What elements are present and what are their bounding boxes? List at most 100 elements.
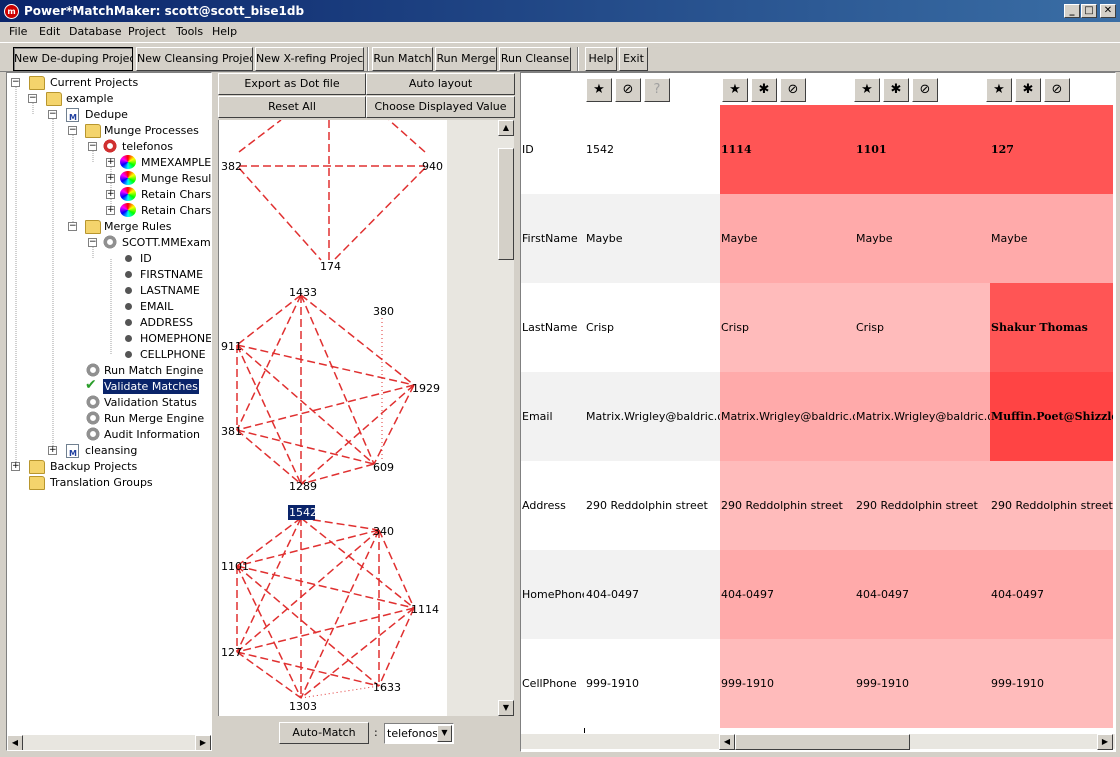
tree-node-column-email[interactable]: EMAIL [121, 299, 211, 315]
grid-cell[interactable]: 404-0497 [585, 550, 720, 639]
master-record-icon[interactable]: ★ [854, 78, 880, 102]
run-cleanse-button[interactable]: Run Cleanse [499, 47, 571, 71]
grid-cell[interactable]: 404-0497 [720, 550, 855, 639]
expand-icon[interactable]: + [106, 190, 115, 199]
duplicate-icon[interactable]: ✱ [1015, 78, 1041, 102]
expand-icon[interactable]: + [48, 446, 57, 455]
match-graph-canvas[interactable]: 382 940 174 1433 380 911 1929 381 609 12… [219, 120, 498, 716]
scroll-up-icon[interactable]: ▲ [498, 120, 514, 136]
graph-node-1101[interactable]: 1101 [221, 560, 249, 573]
expand-icon[interactable]: + [106, 174, 115, 183]
tree-node-run-merge-engine[interactable]: Run Merge Engine [85, 411, 210, 427]
grid-cell[interactable]: Crisp [855, 283, 990, 372]
duplicate-icon[interactable]: ✱ [883, 78, 909, 102]
grid-cell[interactable]: 1101 [855, 105, 990, 194]
menu-file[interactable]: File [9, 25, 27, 38]
graph-node-1542[interactable]: 1542 [289, 506, 317, 519]
auto-layout-button[interactable]: Auto layout [366, 73, 515, 95]
collapse-icon[interactable]: − [68, 222, 77, 231]
collapse-icon[interactable]: − [88, 238, 97, 247]
master-record-icon[interactable]: ★ [986, 78, 1012, 102]
graph-node-381[interactable]: 381 [221, 425, 242, 438]
tree-node-column-id[interactable]: ID [121, 251, 211, 267]
choose-displayed-value-button[interactable]: Choose Displayed Value [366, 96, 515, 118]
tree-node-current-projects[interactable]: − Current Projects [11, 75, 211, 91]
grid-cell[interactable]: 999-1910 [855, 639, 990, 728]
tree-node-munge-processes[interactable]: − Munge Processes [68, 123, 208, 139]
scroll-right-icon[interactable]: ▶ [1097, 734, 1113, 750]
grid-cell[interactable]: Matrix.Wrigley@baldric.org [855, 372, 990, 461]
unmatch-icon[interactable]: ⊘ [780, 78, 806, 102]
tree-node-scott-mmexample[interactable]: − SCOTT.MMExample [88, 235, 211, 251]
grid-cell[interactable]: 290 Reddolphin street [855, 461, 990, 550]
tree-node-retain-chars-1[interactable]: + Retain Chars [106, 187, 211, 203]
graph-node-380[interactable]: 380 [373, 305, 394, 318]
tree-node-translation-groups[interactable]: Translation Groups [11, 475, 211, 491]
grid-cell[interactable]: 127 [990, 105, 1113, 194]
tree-horizontal-scrollbar[interactable]: ◀ ▶ [7, 734, 211, 750]
tree-node-validate-matches[interactable]: ✔ Validate Matches [85, 378, 210, 395]
munge-process-select[interactable]: telefonos ▼ [384, 723, 454, 744]
export-dot-button[interactable]: Export as Dot file [218, 73, 366, 95]
graph-node-609[interactable]: 609 [373, 461, 394, 474]
tree-node-backup-projects[interactable]: + Backup Projects [11, 459, 211, 475]
graph-node-1289[interactable]: 1289 [289, 480, 317, 493]
chevron-down-icon[interactable]: ▼ [437, 725, 452, 742]
collapse-icon[interactable]: − [68, 126, 77, 135]
expand-icon[interactable]: + [106, 206, 115, 215]
graph-node-1633[interactable]: 1633 [373, 681, 401, 694]
unmatch-icon[interactable]: ⊘ [1044, 78, 1070, 102]
new-xrefing-project-button[interactable]: New X-refing Project [255, 47, 364, 71]
tree-node-column-lastname[interactable]: LASTNAME [121, 283, 211, 299]
grid-cell[interactable]: Matrix.Wrigley@baldric.org [720, 372, 855, 461]
grid-cell[interactable]: Muffin.Poet@Shizzle.com [990, 372, 1113, 461]
grid-cell[interactable]: 404-0497 [855, 550, 990, 639]
tree-node-run-match-engine[interactable]: Run Match Engine [85, 363, 210, 379]
tree-node-mmexample[interactable]: + MMEXAMPLETA [106, 155, 211, 171]
tree-node-telefonos[interactable]: − telefonos [88, 139, 211, 155]
graph-node-127[interactable]: 127 [221, 646, 242, 659]
grid-cell[interactable]: Maybe [720, 194, 855, 283]
tree-node-dedupe[interactable]: − Dedupe [48, 107, 208, 125]
graph-node-1929[interactable]: 1929 [412, 382, 440, 395]
menu-database[interactable]: Database [69, 25, 122, 38]
scroll-thumb[interactable] [498, 148, 514, 260]
run-merge-button[interactable]: Run Merge [435, 47, 497, 71]
tree-node-validation-status[interactable]: Validation Status [85, 395, 210, 411]
grid-cell[interactable]: Maybe [990, 194, 1113, 283]
grid-cell[interactable]: 999-1910 [720, 639, 855, 728]
grid-cell[interactable]: 1114 [720, 105, 855, 194]
tree-node-audit-information[interactable]: Audit Information [85, 427, 210, 443]
graph-node-1433[interactable]: 1433 [289, 286, 317, 299]
tree-node-column-cellphone[interactable]: CELLPHONE [121, 347, 211, 363]
grid-cell[interactable]: Matrix.Wrigley@baldric.org [585, 372, 720, 461]
help-button[interactable]: Help [585, 47, 617, 71]
tree-node-example[interactable]: − example [28, 91, 208, 107]
tree-node-column-homephone[interactable]: HOMEPHONE [121, 331, 211, 347]
exit-button[interactable]: Exit [619, 47, 648, 71]
maximize-button[interactable]: □ [1081, 4, 1097, 18]
menu-edit[interactable]: Edit [39, 25, 60, 38]
unknown-icon[interactable]: ? [644, 78, 670, 102]
run-match-button[interactable]: Run Match [372, 47, 433, 71]
new-cleansing-project-button[interactable]: New Cleansing Project [136, 47, 253, 71]
master-record-icon[interactable]: ★ [586, 78, 612, 102]
grid-cell[interactable]: 404-0497 [990, 550, 1113, 639]
menu-tools[interactable]: Tools [176, 25, 203, 38]
grid-cell[interactable]: Crisp [585, 283, 720, 372]
tree-node-merge-rules[interactable]: − Merge Rules [68, 219, 208, 235]
minimize-button[interactable]: _ [1064, 4, 1080, 18]
grid-cell[interactable]: 290 Reddolphin street [990, 461, 1113, 550]
graph-node-340[interactable]: 340 [373, 525, 394, 538]
unmatch-icon[interactable]: ⊘ [615, 78, 641, 102]
graph-node-1114[interactable]: 1114 [411, 603, 439, 616]
expand-icon[interactable]: + [106, 158, 115, 167]
tree-node-retain-chars-2[interactable]: + Retain Chars [106, 203, 211, 219]
graph-node-940[interactable]: 940 [422, 160, 443, 173]
grid-cell[interactable]: Maybe [585, 194, 720, 283]
collapse-icon[interactable]: − [11, 78, 20, 87]
collapse-icon[interactable]: − [48, 110, 57, 119]
scroll-down-icon[interactable]: ▼ [498, 700, 514, 716]
graph-node-174[interactable]: 174 [320, 260, 341, 273]
auto-match-button[interactable]: Auto-Match [279, 722, 369, 744]
